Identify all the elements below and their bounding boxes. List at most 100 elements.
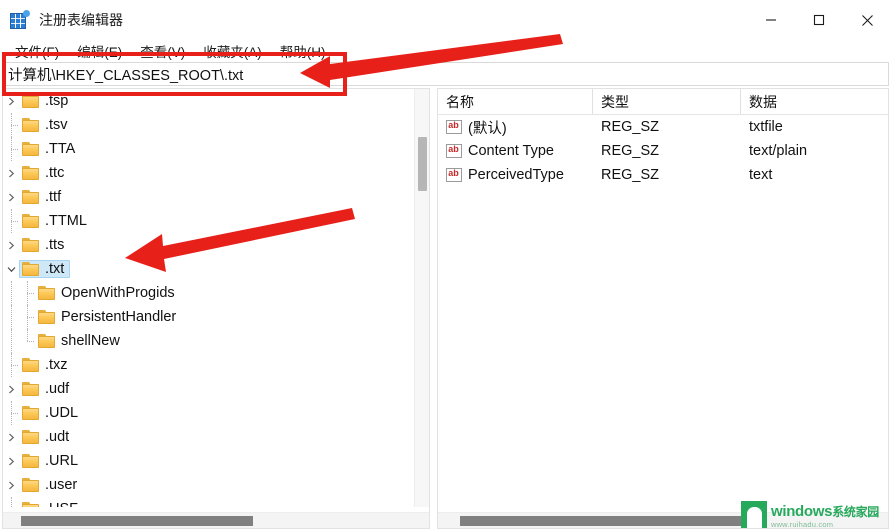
tree-item-content[interactable]: .tts (19, 236, 70, 255)
tree-item-content[interactable]: .ttc (19, 164, 70, 183)
tree-item-user[interactable]: .user (3, 473, 415, 497)
tree-item-label: .tts (45, 236, 65, 253)
value-data-cell[interactable]: text (741, 167, 888, 183)
tree-item-content[interactable]: shellNew (35, 332, 126, 351)
value-row[interactable]: ab Content Type REG_SZ text/plain (438, 139, 888, 163)
tree-item-content[interactable]: .TTA (19, 140, 81, 159)
value-type-cell[interactable]: REG_SZ (593, 167, 741, 183)
tree-item-label: .USF (45, 502, 78, 507)
tree-item-content[interactable]: .txz (19, 356, 74, 375)
values-list: ab (默认) REG_SZ txtfile ab Content Type REG_SZ t… (438, 115, 888, 187)
maximize-button[interactable] (795, 0, 843, 40)
menu-item-view[interactable]: 查看(V) (131, 40, 194, 62)
value-type-cell[interactable]: REG_SZ (593, 143, 741, 159)
value-type: REG_SZ (601, 143, 660, 159)
tree-guide (3, 497, 19, 507)
tree-item-content[interactable]: .UDL (19, 404, 84, 423)
tree-item-ttml[interactable]: .TTML (3, 209, 415, 233)
tree-item-label: .tsv (45, 116, 68, 133)
column-header-type[interactable]: 类型 (593, 89, 741, 114)
close-button[interactable] (843, 0, 891, 40)
value-row[interactable]: ab PerceivedType REG_SZ text (438, 163, 888, 187)
tree-item-label: .ttf (45, 188, 62, 205)
menu-item-favorites[interactable]: 收藏夹(A) (194, 40, 271, 62)
tree-item-content[interactable]: .USF (19, 500, 84, 507)
column-header-name[interactable]: 名称 (438, 89, 593, 114)
tree-item-content[interactable]: .user (19, 476, 83, 495)
tree-item-label: .ttc (45, 164, 65, 181)
value-name-cell[interactable]: ab (默认) (438, 117, 593, 138)
tree-item-content[interactable]: .udf (19, 380, 75, 399)
menu-item-edit[interactable]: 编辑(E) (68, 40, 131, 62)
tree-item-txz[interactable]: .txz (3, 353, 415, 377)
site-watermark: windows系统家园 www.ruihadu.com (740, 501, 879, 529)
expand-chevron-icon[interactable] (3, 425, 19, 449)
tree-vertical-scrollbar-thumb[interactable] (418, 137, 427, 191)
string-value-icon: ab (446, 119, 463, 135)
column-header-data[interactable]: 数据 (741, 89, 888, 114)
value-data-cell[interactable]: txtfile (741, 119, 888, 135)
minimize-button[interactable] (747, 0, 795, 40)
tree-item-ttc[interactable]: .ttc (3, 161, 415, 185)
tree-item-label: .user (45, 476, 78, 493)
expand-chevron-icon[interactable] (3, 233, 19, 257)
tree-item-content[interactable]: .TTML (19, 212, 93, 231)
tree-horizontal-scrollbar-thumb[interactable] (21, 516, 253, 526)
tree-item-url[interactable]: .URL (3, 449, 415, 473)
tree-item-label: .udf (45, 380, 70, 397)
watermark-text: windows系统家园 www.ruihadu.com (771, 504, 879, 529)
expand-chevron-icon[interactable] (3, 185, 19, 209)
menu-item-file[interactable]: 文件(F) (6, 40, 68, 62)
tree-item-tsp[interactable]: .tsp (3, 89, 415, 113)
value-name: Content Type (468, 143, 554, 159)
tree-item-udl[interactable]: .UDL (3, 401, 415, 425)
value-type-cell[interactable]: REG_SZ (593, 119, 741, 135)
tree-vertical-scrollbar[interactable] (414, 89, 429, 507)
window-title: 注册表编辑器 (39, 12, 123, 28)
watermark-logo-icon (740, 501, 767, 528)
value-data-cell[interactable]: text/plain (741, 143, 888, 159)
watermark-brand-cn: 系统家园 (832, 504, 879, 519)
tree-item-content[interactable]: .tsv (19, 116, 74, 135)
tree-item-content[interactable]: OpenWithProgids (35, 284, 181, 303)
value-name-cell[interactable]: ab Content Type (438, 143, 593, 159)
tree-item-openwithprogids[interactable]: OpenWithProgids (3, 281, 415, 305)
tree-item-tts[interactable]: .tts (3, 233, 415, 257)
value-type: REG_SZ (601, 119, 660, 135)
tree-item-udt[interactable]: .udt (3, 425, 415, 449)
expand-chevron-icon[interactable] (3, 377, 19, 401)
tree-item-udf[interactable]: .udf (3, 377, 415, 401)
tree-item-content[interactable]: .tsp (19, 92, 74, 111)
expand-chevron-icon[interactable] (3, 161, 19, 185)
tree-item-shellnew[interactable]: shellNew (3, 329, 415, 353)
string-value-icon: ab (446, 143, 463, 159)
tree-item-content[interactable]: .ttf (19, 188, 67, 207)
registry-tree: .tsp .tsv .TTA .ttc .ttf .TTML .tts .txt OpenWit… (3, 89, 415, 507)
tree-item-tsv[interactable]: .tsv (3, 113, 415, 137)
menu-item-help[interactable]: 帮助(H) (271, 40, 335, 62)
folder-icon (22, 478, 40, 492)
tree-item-content[interactable]: .URL (19, 452, 84, 471)
expand-chevron-icon[interactable] (3, 89, 19, 113)
expand-chevron-icon[interactable] (3, 449, 19, 473)
value-row[interactable]: ab (默认) REG_SZ txtfile (438, 115, 888, 139)
address-bar[interactable]: 计算机\HKEY_CLASSES_ROOT\.txt (2, 62, 889, 86)
collapse-chevron-icon[interactable] (3, 257, 19, 281)
folder-icon (22, 454, 40, 468)
tree-item-content[interactable]: .udt (19, 428, 75, 447)
expand-chevron-icon[interactable] (3, 473, 19, 497)
values-horizontal-scrollbar-thumb[interactable] (460, 516, 743, 526)
tree-item-content[interactable]: .txt (19, 259, 71, 279)
tree-item-txt[interactable]: .txt (3, 257, 415, 281)
tree-item-ttf[interactable]: .ttf (3, 185, 415, 209)
tree-item-persistenthandler[interactable]: PersistentHandler (3, 305, 415, 329)
tree-item-label: .tsp (45, 92, 69, 109)
tree-item-usf[interactable]: .USF (3, 497, 415, 507)
value-name-cell[interactable]: ab PerceivedType (438, 167, 593, 183)
value-name: (默认) (468, 120, 507, 137)
tree-item-tta[interactable]: .TTA (3, 137, 415, 161)
tree-item-content[interactable]: PersistentHandler (35, 308, 182, 327)
tree-guide (3, 329, 19, 353)
tree-horizontal-scrollbar[interactable] (3, 512, 429, 528)
tree-item-label: .UDL (45, 404, 79, 421)
